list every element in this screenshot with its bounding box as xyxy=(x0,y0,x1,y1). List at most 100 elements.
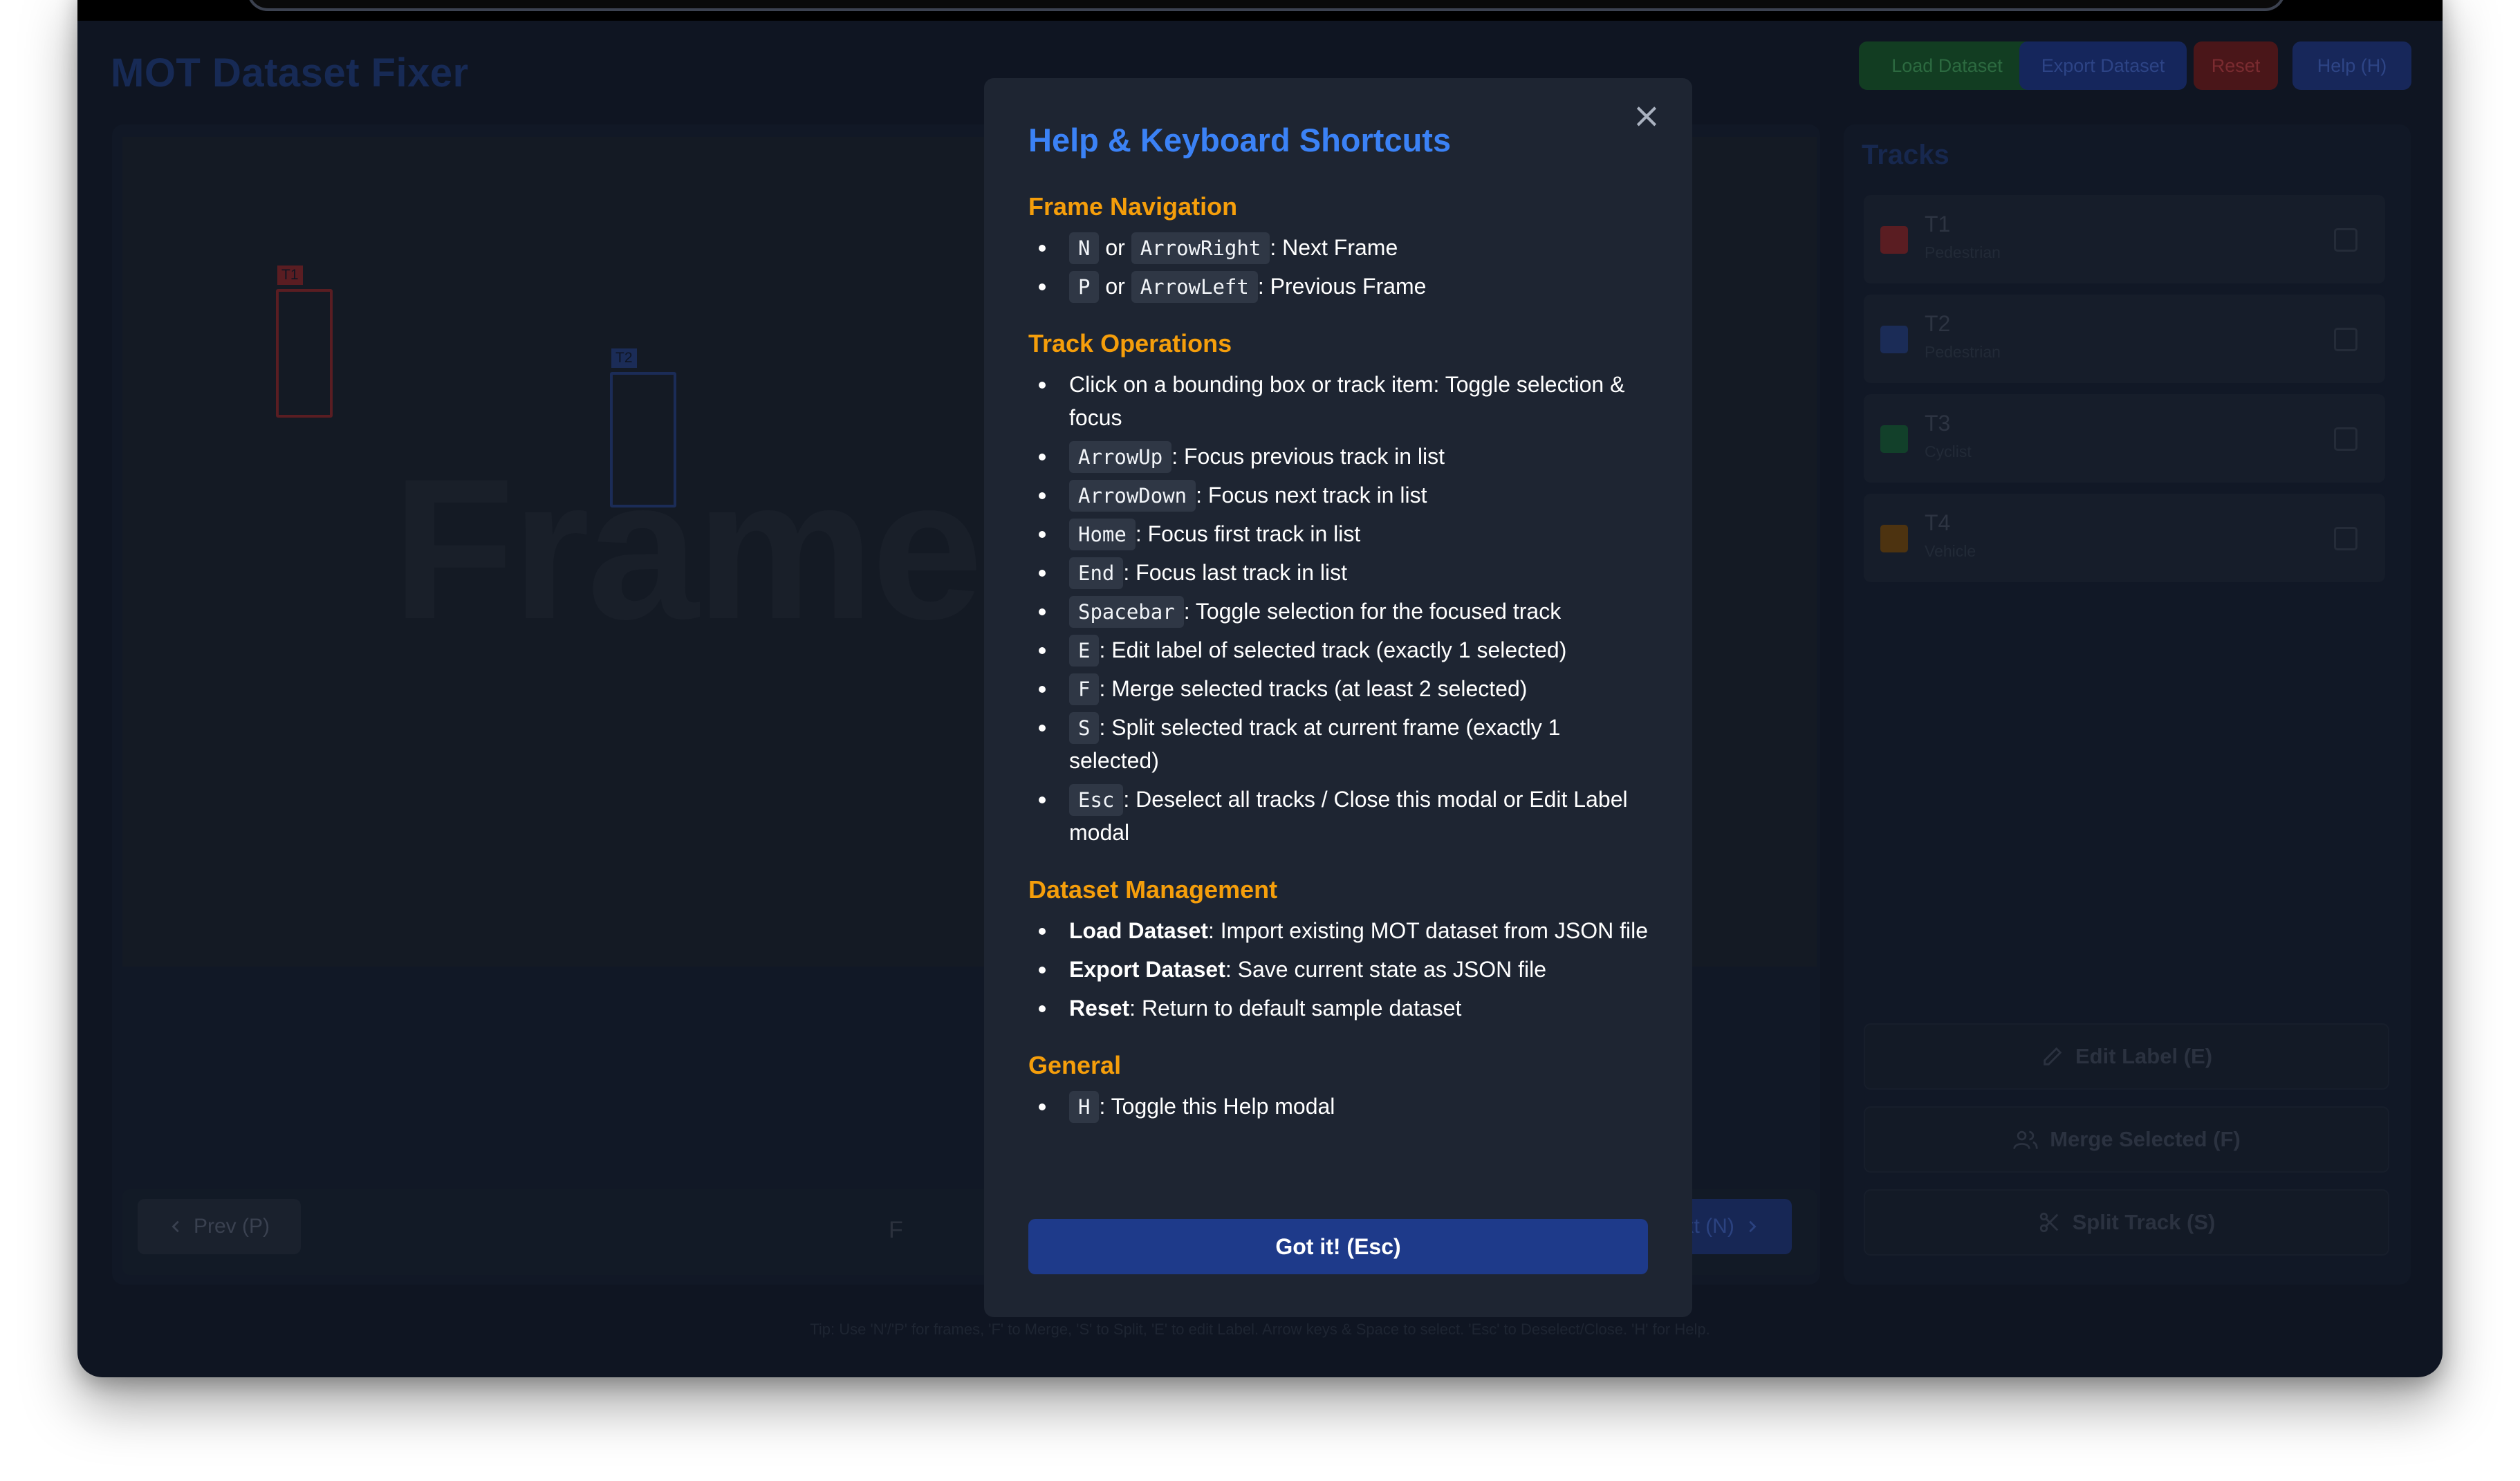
term-description: : Return to default sample dataset xyxy=(1129,996,1462,1021)
shortcut-description: : Deselect all tracks / Close this modal… xyxy=(1069,787,1628,845)
app-window: MOT Dataset Fixer Load Dataset Export Da… xyxy=(77,0,2443,1377)
scissors-icon xyxy=(2039,1212,2058,1233)
merge-selected-text: Merge Selected (F) xyxy=(2050,1127,2241,1151)
key-badge: Home xyxy=(1069,519,1136,550)
key-badge: E xyxy=(1069,635,1100,667)
prev-frame-button[interactable]: Prev (P) xyxy=(138,1199,301,1254)
key-badge: ArrowRight xyxy=(1131,232,1270,264)
help-button[interactable]: Help (H) xyxy=(2292,41,2411,90)
split-track-text: Split Track (S) xyxy=(2072,1210,2216,1234)
term: Reset xyxy=(1069,996,1130,1021)
frame-navigation-list: N or ArrowRight: Next Frame P or ArrowLe… xyxy=(1028,231,1648,303)
section-heading-dataset-management: Dataset Management xyxy=(1028,875,1278,904)
key-badge: End xyxy=(1069,557,1124,589)
list-item: Reset: Return to default sample dataset xyxy=(1039,991,1648,1025)
section-heading-general: General xyxy=(1028,1051,1122,1079)
key-badge: Esc xyxy=(1069,784,1124,816)
list-item: S: Split selected track at current frame… xyxy=(1039,711,1648,777)
bounding-box-label: T2 xyxy=(611,348,637,368)
term: Export Dataset xyxy=(1069,957,1225,982)
track-checkbox[interactable] xyxy=(2334,527,2357,550)
address-bar[interactable] xyxy=(247,0,2286,11)
list-item: N or ArrowRight: Next Frame xyxy=(1039,231,1648,264)
key-badge: H xyxy=(1069,1091,1100,1123)
shortcut-description: : Focus first track in list xyxy=(1135,521,1361,546)
shortcut-description: : Split selected track at current frame … xyxy=(1069,715,1561,773)
track-item-t1[interactable]: T1 Pedestrian xyxy=(1864,195,2385,283)
track-operations-list: Click on a bounding box or track item: T… xyxy=(1028,368,1648,849)
key-badge: S xyxy=(1069,712,1100,744)
list-item: H: Toggle this Help modal xyxy=(1039,1090,1648,1123)
bounding-box-t1[interactable]: T1 xyxy=(276,266,333,418)
track-color-swatch xyxy=(1880,226,1908,254)
tracks-title: Tracks xyxy=(1862,140,1949,170)
list-item: Load Dataset: Import existing MOT datase… xyxy=(1039,914,1648,947)
list-item: End: Focus last track in list xyxy=(1039,556,1648,589)
track-color-swatch xyxy=(1880,326,1908,353)
shortcut-description: : Edit label of selected track (exactly … xyxy=(1099,637,1567,662)
track-checkbox[interactable] xyxy=(2334,228,2357,252)
track-type: Pedestrian xyxy=(1925,243,2001,261)
shortcut-description: : Toggle this Help modal xyxy=(1099,1094,1335,1119)
reset-button[interactable]: Reset xyxy=(2194,41,2278,90)
section-heading-track-operations: Track Operations xyxy=(1028,329,1232,357)
key-badge: ArrowLeft xyxy=(1131,271,1258,303)
track-color-swatch xyxy=(1880,525,1908,552)
close-icon[interactable]: × xyxy=(1629,97,1665,133)
connector-text: or xyxy=(1105,274,1125,299)
key-badge: N xyxy=(1069,232,1100,264)
pencil-icon xyxy=(2044,1047,2062,1065)
key-badge: Spacebar xyxy=(1069,596,1184,628)
track-checkbox[interactable] xyxy=(2334,328,2357,351)
split-track-button[interactable]: Split Track (S) xyxy=(1864,1189,2389,1256)
edit-label-button[interactable]: Edit Label (E) xyxy=(1864,1023,2389,1090)
general-list: H: Toggle this Help modal xyxy=(1028,1090,1648,1123)
merge-selected-button[interactable]: Merge Selected (F) xyxy=(1864,1106,2389,1173)
track-id: T2 xyxy=(1925,311,1951,336)
load-dataset-button[interactable]: Load Dataset xyxy=(1859,41,2035,90)
track-id: T1 xyxy=(1925,212,1951,236)
shortcut-description: : Focus previous track in list xyxy=(1171,444,1445,469)
list-item: Home: Focus first track in list xyxy=(1039,517,1648,550)
keyboard-tip: Tip: Use 'N'/'P' for frames, 'F' to Merg… xyxy=(810,1321,1710,1338)
track-type: Vehicle xyxy=(1925,542,1976,560)
term-description: : Import existing MOT dataset from JSON … xyxy=(1207,918,1648,943)
frame-counter: F xyxy=(889,1217,903,1243)
track-type: Pedestrian xyxy=(1925,343,2001,361)
track-item-t2[interactable]: T2 Pedestrian xyxy=(1864,295,2385,383)
shortcut-description: : Focus next track in list xyxy=(1196,483,1427,507)
shortcut-description: : Toggle selection for the focused track xyxy=(1183,599,1562,624)
export-dataset-button[interactable]: Export Dataset xyxy=(2019,41,2187,90)
users-icon xyxy=(2013,1130,2038,1149)
got-it-button[interactable]: Got it! (Esc) xyxy=(1028,1219,1648,1274)
frame-placeholder-text: Frame xyxy=(392,437,983,661)
chevron-left-icon xyxy=(172,1220,179,1233)
bounding-box-t2[interactable]: T2 xyxy=(610,348,676,507)
track-checkbox[interactable] xyxy=(2334,427,2357,451)
connector-text: or xyxy=(1105,235,1125,260)
list-item: P or ArrowLeft: Previous Frame xyxy=(1039,270,1648,303)
help-modal: × Help & Keyboard Shortcuts Frame Naviga… xyxy=(984,78,1692,1317)
track-item-t3[interactable]: T3 Cyclist xyxy=(1864,394,2385,483)
list-item: ArrowDown: Focus next track in list xyxy=(1039,478,1648,512)
list-item: Click on a bounding box or track item: T… xyxy=(1039,368,1648,434)
section-heading-frame-navigation: Frame Navigation xyxy=(1028,192,1238,221)
shortcut-description: : Merge selected tracks (at least 2 sele… xyxy=(1099,676,1528,701)
list-item: Esc: Deselect all tracks / Close this mo… xyxy=(1039,783,1648,849)
track-type: Cyclist xyxy=(1925,443,1972,460)
track-id: T4 xyxy=(1925,510,1951,535)
shortcut-description: : Previous Frame xyxy=(1257,274,1427,299)
list-item: E: Edit label of selected track (exactly… xyxy=(1039,633,1648,667)
shortcut-description: : Next Frame xyxy=(1270,235,1398,260)
bounding-box-label: T1 xyxy=(277,266,303,285)
edit-label-text: Edit Label (E) xyxy=(2075,1044,2213,1068)
term: Load Dataset xyxy=(1069,918,1208,943)
list-item: Export Dataset: Save current state as JS… xyxy=(1039,953,1648,986)
key-badge: F xyxy=(1069,673,1100,705)
list-item: ArrowUp: Focus previous track in list xyxy=(1039,440,1648,473)
modal-title: Help & Keyboard Shortcuts xyxy=(1028,122,1452,158)
key-badge: P xyxy=(1069,271,1100,303)
list-item: Spacebar: Toggle selection for the focus… xyxy=(1039,595,1648,628)
track-item-t4[interactable]: T4 Vehicle xyxy=(1864,494,2385,582)
track-color-swatch xyxy=(1880,425,1908,453)
